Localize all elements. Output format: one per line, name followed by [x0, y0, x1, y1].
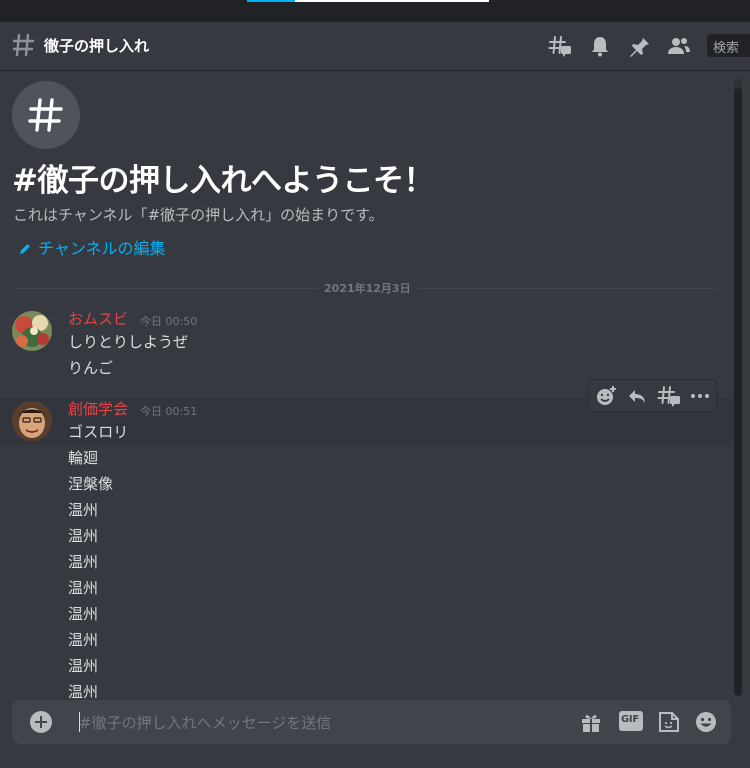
message-line: 温州	[68, 605, 99, 623]
message-line: 輪廻	[68, 449, 99, 467]
message-line: 温州	[68, 657, 99, 675]
create-thread-icon[interactable]	[657, 384, 681, 408]
message-line: しりとりしようぜ	[68, 333, 189, 351]
message-line: りんご	[68, 359, 114, 377]
message-line: ゴスロリ	[68, 423, 129, 441]
message-timestamp: 今日 00:51	[140, 405, 198, 418]
edit-channel-label: チャンネルの編集	[38, 239, 166, 258]
reply-icon[interactable]	[625, 384, 649, 408]
message-timestamp: 今日 00:50	[140, 315, 198, 328]
date-divider-label: 2021年12月3日	[318, 280, 417, 296]
message-line: 温州	[68, 683, 99, 698]
channel-hash-icon	[13, 33, 35, 57]
more-icon[interactable]	[688, 384, 712, 408]
avatar[interactable]	[12, 401, 52, 441]
gif-label: GIF	[621, 714, 639, 725]
add-reaction-icon[interactable]	[594, 384, 618, 408]
message-line: 涅槃像	[68, 475, 114, 493]
bell-icon[interactable]	[588, 34, 612, 58]
scrollbar-thumb[interactable]	[734, 88, 742, 696]
channel-header: 徹子の押し入れ 検索	[0, 22, 750, 70]
message-author[interactable]: おムスビ	[68, 308, 128, 329]
gif-icon[interactable]: GIF	[619, 711, 643, 731]
message-group[interactable]: 創価学会 今日 00:51 ゴスロリ 輪廻 涅槃像 温州 温州 温州 温州 温州…	[0, 397, 733, 698]
top-tab-indicator	[247, 0, 295, 2]
pin-icon[interactable]	[627, 34, 651, 58]
gift-icon[interactable]	[579, 710, 603, 734]
welcome-title: #徹子の押し入れへようこそ！	[12, 163, 434, 199]
message-line: 温州	[68, 527, 99, 545]
upload-plus-icon[interactable]	[30, 711, 52, 733]
top-tab-highlight	[295, 0, 489, 2]
message-scroller[interactable]: #徹子の押し入れへようこそ！ これはチャンネル「#徹子の押し入れ」の始まりです。…	[0, 71, 735, 698]
message-composer[interactable]: #徹子の押し入れへメッセージを送信 GIF	[12, 700, 731, 744]
members-icon[interactable]	[667, 34, 691, 58]
message-group[interactable]: おムスビ 今日 00:50 しりとりしようぜ りんご	[0, 303, 733, 381]
threads-icon[interactable]	[548, 34, 572, 58]
search-placeholder: 検索	[713, 41, 740, 56]
message-author[interactable]: 創価学会	[68, 398, 128, 419]
footer-spacer	[0, 744, 750, 768]
message-line: 温州	[68, 553, 99, 571]
edit-channel-link[interactable]: チャンネルの編集	[18, 235, 166, 259]
message-line: 温州	[68, 501, 99, 519]
pencil-icon	[20, 244, 30, 254]
channel-title: 徹子の押し入れ	[44, 37, 150, 55]
sticker-icon[interactable]	[657, 710, 681, 734]
message-action-toolbar	[588, 379, 717, 412]
emoji-icon[interactable]	[694, 710, 718, 734]
window-top-strip	[0, 0, 750, 22]
avatar[interactable]	[12, 311, 52, 351]
channel-welcome-hash-icon	[12, 81, 80, 149]
search-box[interactable]: 検索	[707, 34, 750, 57]
message-line: 温州	[68, 631, 99, 649]
message-input-placeholder[interactable]: #徹子の押し入れへメッセージを送信	[79, 712, 331, 733]
welcome-subtitle: これはチャンネル「#徹子の押し入れ」の始まりです。	[13, 206, 384, 224]
message-line: 温州	[68, 579, 99, 597]
